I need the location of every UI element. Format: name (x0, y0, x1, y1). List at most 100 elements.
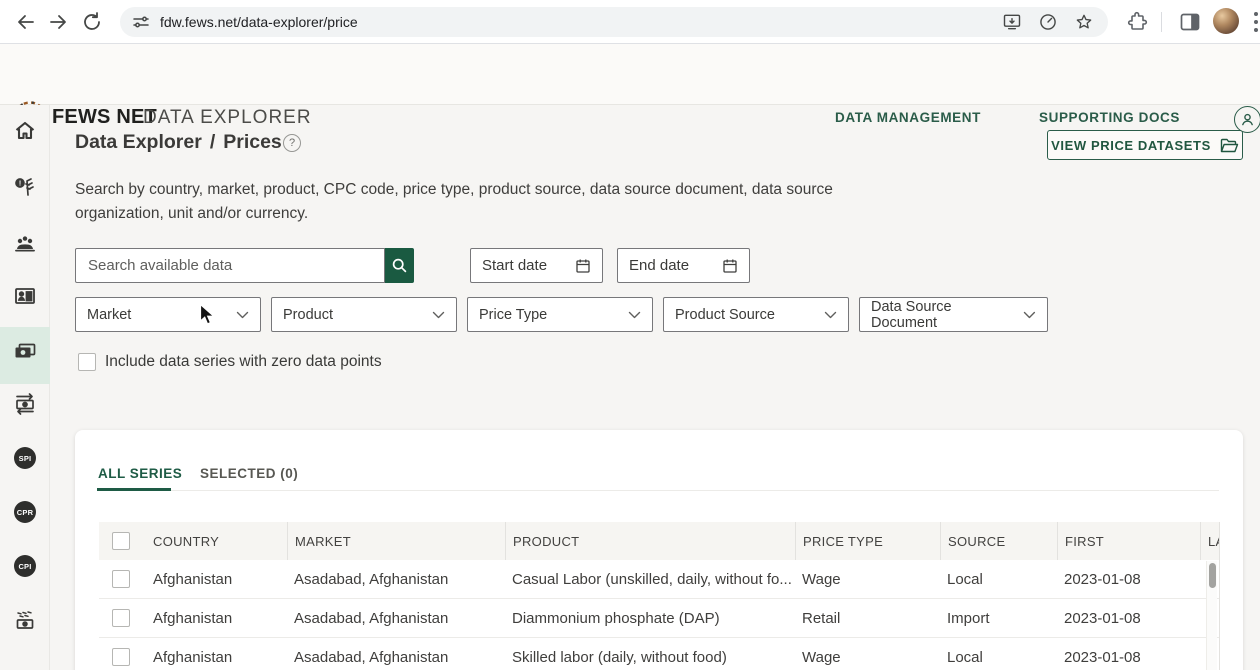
url-bar[interactable]: fdw.fews.net/data-explorer/price (120, 7, 1108, 37)
cpr-icon[interactable]: CPR (14, 501, 36, 523)
zero-data-row: Include data series with zero data point… (78, 353, 382, 371)
folder-open-icon (1220, 138, 1239, 153)
cell-market: Asadabad, Afghanistan (287, 649, 505, 666)
person-icon (1240, 112, 1255, 127)
start-date-label: Start date (482, 257, 547, 274)
search-icon (391, 257, 408, 274)
product-source-filter-dropdown[interactable]: Product Source (663, 297, 849, 332)
col-market[interactable]: MARKET (287, 522, 505, 560)
prices-icon[interactable] (13, 339, 37, 363)
crop-alert-icon[interactable]: ! (13, 176, 37, 200)
cell-first: 2023-01-08 (1057, 649, 1200, 666)
zero-data-checkbox[interactable] (78, 353, 96, 371)
data-source-document-filter-dropdown[interactable]: Data Source Document (859, 297, 1048, 332)
price-type-filter-label: Price Type (479, 307, 547, 323)
toolbar-divider (1161, 12, 1162, 32)
screen: fdw.fews.net/data-explorer/price FEWS NE… (0, 0, 1260, 670)
url-text[interactable]: fdw.fews.net/data-explorer/price (160, 14, 1002, 30)
calendar-icon (575, 258, 591, 274)
chevron-down-icon (236, 311, 249, 319)
cpi-icon[interactable]: CPI (14, 555, 36, 577)
left-sidebar: ! SPI CPR CPI (0, 105, 50, 670)
active-tab-underline (97, 488, 171, 491)
cell-country: Afghanistan (146, 649, 287, 666)
nav-supporting-docs[interactable]: SUPPORTING DOCS (1039, 110, 1180, 125)
help-icon[interactable]: ? (283, 134, 301, 152)
table-row[interactable]: Afghanistan Asadabad, Afghanistan Casual… (99, 560, 1219, 599)
back-icon[interactable] (14, 10, 38, 34)
end-date-field[interactable]: End date (617, 248, 750, 283)
table-scrollbar[interactable] (1206, 561, 1217, 670)
row-checkbox[interactable] (112, 609, 130, 627)
home-icon[interactable] (13, 119, 37, 143)
row-checkbox[interactable] (112, 648, 130, 666)
row-checkbox[interactable] (112, 570, 130, 588)
cash-flow-icon[interactable] (13, 609, 37, 633)
select-all-checkbox[interactable] (112, 532, 130, 550)
market-people-icon[interactable] (13, 231, 37, 255)
breadcrumb: Data Explorer/Prices (75, 131, 282, 154)
forward-icon[interactable] (46, 10, 70, 34)
table-row[interactable]: Afghanistan Asadabad, Afghanistan Diammo… (99, 599, 1219, 638)
col-first[interactable]: FIRST (1057, 522, 1200, 560)
col-country[interactable]: COUNTRY (146, 522, 287, 560)
exchange-rate-icon[interactable] (13, 392, 37, 416)
market-filter-label: Market (87, 307, 131, 323)
nav-data-management[interactable]: DATA MANAGEMENT (835, 110, 981, 125)
view-price-datasets-label: VIEW PRICE DATASETS (1051, 138, 1211, 153)
price-type-filter-dropdown[interactable]: Price Type (467, 297, 653, 332)
scrollbar-thumb[interactable] (1209, 563, 1216, 588)
bookmark-star-icon[interactable] (1074, 12, 1094, 32)
brand-name: FEWS NET (52, 106, 157, 129)
table-right-border (1219, 522, 1220, 670)
start-date-field[interactable]: Start date (470, 248, 603, 283)
cell-country: Afghanistan (146, 571, 287, 588)
tab-selected[interactable]: SELECTED (0) (200, 466, 298, 481)
install-icon[interactable] (1002, 12, 1022, 32)
side-panel-icon[interactable] (1178, 10, 1202, 34)
cell-product: Diammonium phosphate (DAP) (505, 610, 795, 627)
search-button[interactable] (385, 248, 414, 283)
cell-price-type: Wage (795, 571, 940, 588)
table-row[interactable]: Afghanistan Asadabad, Afghanistan Skille… (99, 638, 1219, 670)
tab-all-series[interactable]: ALL SERIES (98, 466, 182, 481)
product-filter-dropdown[interactable]: Product (271, 297, 457, 332)
cell-source: Local (940, 649, 1057, 666)
search-input[interactable] (76, 257, 384, 274)
zero-data-label: Include data series with zero data point… (105, 353, 382, 371)
cell-first: 2023-01-08 (1057, 571, 1200, 588)
reload-icon[interactable] (80, 10, 104, 34)
col-last[interactable]: LAST (1200, 522, 1219, 560)
breadcrumb-parent[interactable]: Data Explorer (75, 131, 202, 153)
browser-profile-avatar[interactable] (1213, 8, 1239, 34)
income-frame-icon[interactable] (13, 284, 37, 308)
calendar-icon (722, 258, 738, 274)
tab-divider (99, 490, 1219, 491)
chevron-down-icon (628, 311, 641, 319)
svg-text:!: ! (19, 181, 21, 188)
app-header: FEWS NET DATA EXPLORER DATA MANAGEMENT S… (0, 44, 1260, 105)
extensions-icon[interactable] (1126, 10, 1150, 34)
search-field (75, 248, 385, 283)
view-price-datasets-button[interactable]: VIEW PRICE DATASETS (1047, 130, 1243, 160)
user-account-button[interactable] (1234, 106, 1260, 133)
table-header: COUNTRY MARKET PRODUCT PRICE TYPE SOURCE… (99, 522, 1219, 560)
end-date-label: End date (629, 257, 689, 274)
cell-first: 2023-01-08 (1057, 610, 1200, 627)
more-menu-icon[interactable] (1254, 12, 1258, 32)
results-card: ALL SERIES SELECTED (0) COUNTRY MARKET P… (75, 430, 1243, 670)
chevron-down-icon (432, 311, 445, 319)
speedometer-icon[interactable] (1038, 12, 1058, 32)
browser-toolbar: fdw.fews.net/data-explorer/price (0, 0, 1260, 44)
spi-icon[interactable]: SPI (14, 447, 36, 469)
cell-price-type: Retail (795, 610, 940, 627)
chevron-down-icon (824, 311, 837, 319)
col-product[interactable]: PRODUCT (505, 522, 795, 560)
top-nav: DATA MANAGEMENT SUPPORTING DOCS (835, 110, 1180, 125)
col-source[interactable]: SOURCE (940, 522, 1057, 560)
site-settings-icon[interactable] (132, 13, 150, 31)
market-filter-dropdown[interactable]: Market (75, 297, 261, 332)
cell-price-type: Wage (795, 649, 940, 666)
col-price-type[interactable]: PRICE TYPE (795, 522, 940, 560)
cell-product: Casual Labor (unskilled, daily, without … (505, 571, 795, 588)
